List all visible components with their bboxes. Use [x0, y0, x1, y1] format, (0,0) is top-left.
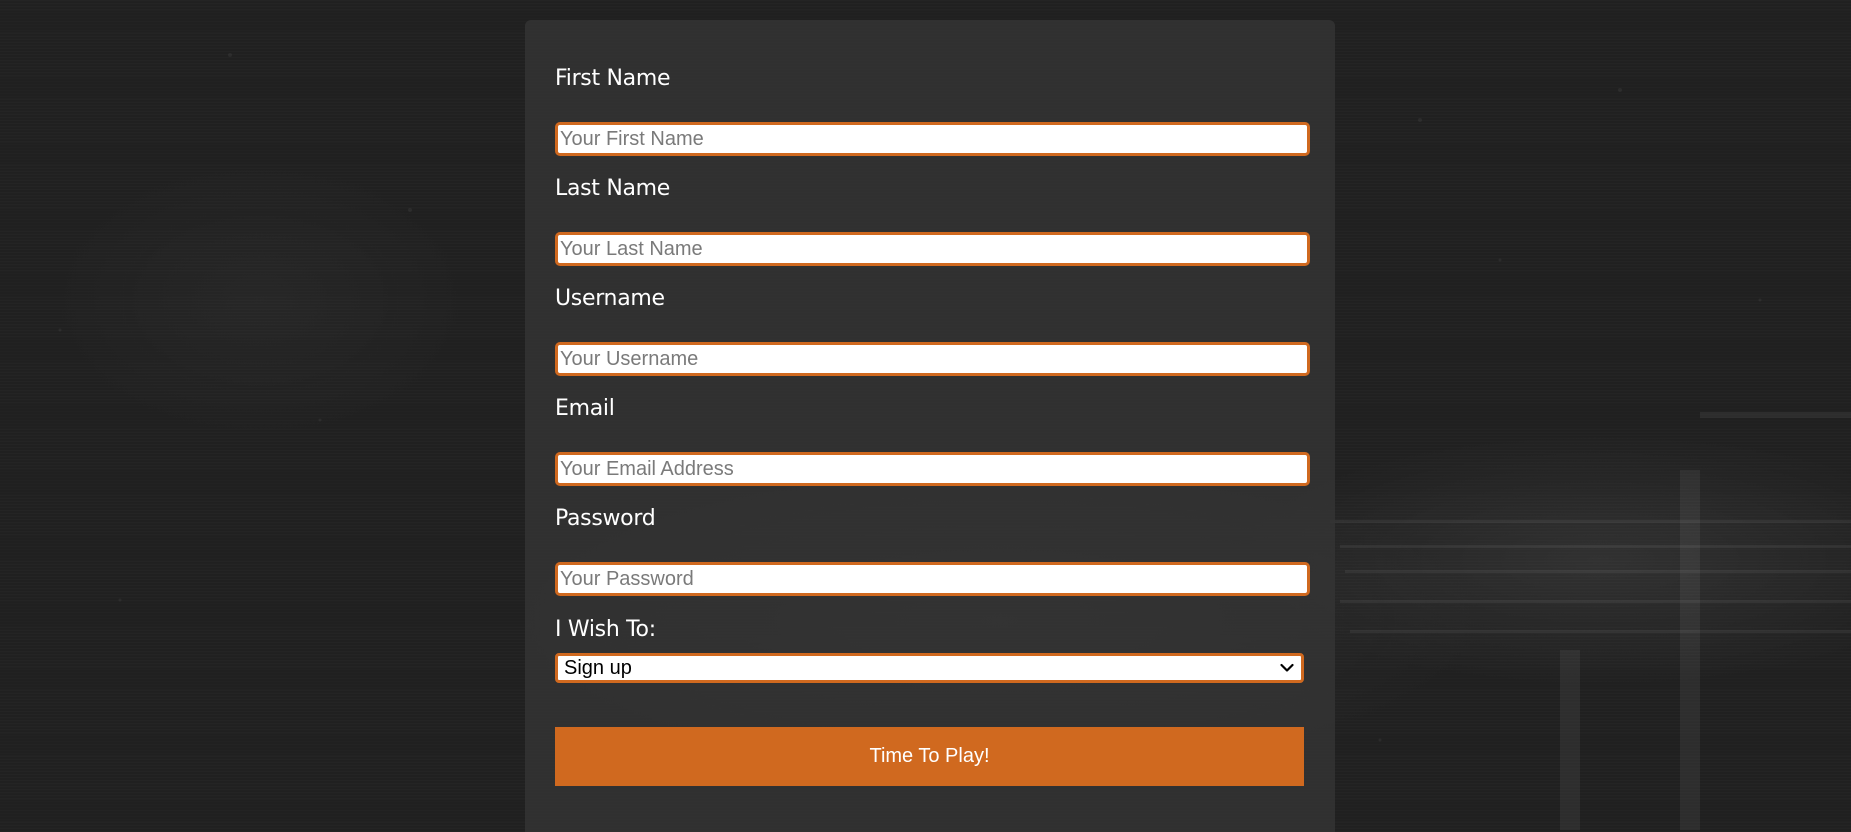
first-name-input[interactable] — [555, 122, 1310, 156]
intent-select[interactable]: Sign up — [555, 653, 1304, 683]
username-label: Username — [555, 286, 665, 311]
last-name-input[interactable] — [555, 232, 1310, 266]
last-name-label: Last Name — [555, 176, 671, 201]
username-input[interactable] — [555, 342, 1310, 376]
chevron-down-icon — [1279, 660, 1295, 676]
signup-form-panel: First Name Last Name Username Email Pass… — [525, 20, 1335, 832]
intent-selected-value: Sign up — [564, 657, 632, 679]
email-input[interactable] — [555, 452, 1310, 486]
intent-label: I Wish To: — [555, 617, 656, 642]
email-label: Email — [555, 396, 615, 421]
password-input[interactable] — [555, 562, 1310, 596]
first-name-label: First Name — [555, 66, 671, 91]
password-label: Password — [555, 506, 656, 531]
time-to-play-button[interactable]: Time To Play! — [555, 727, 1304, 786]
